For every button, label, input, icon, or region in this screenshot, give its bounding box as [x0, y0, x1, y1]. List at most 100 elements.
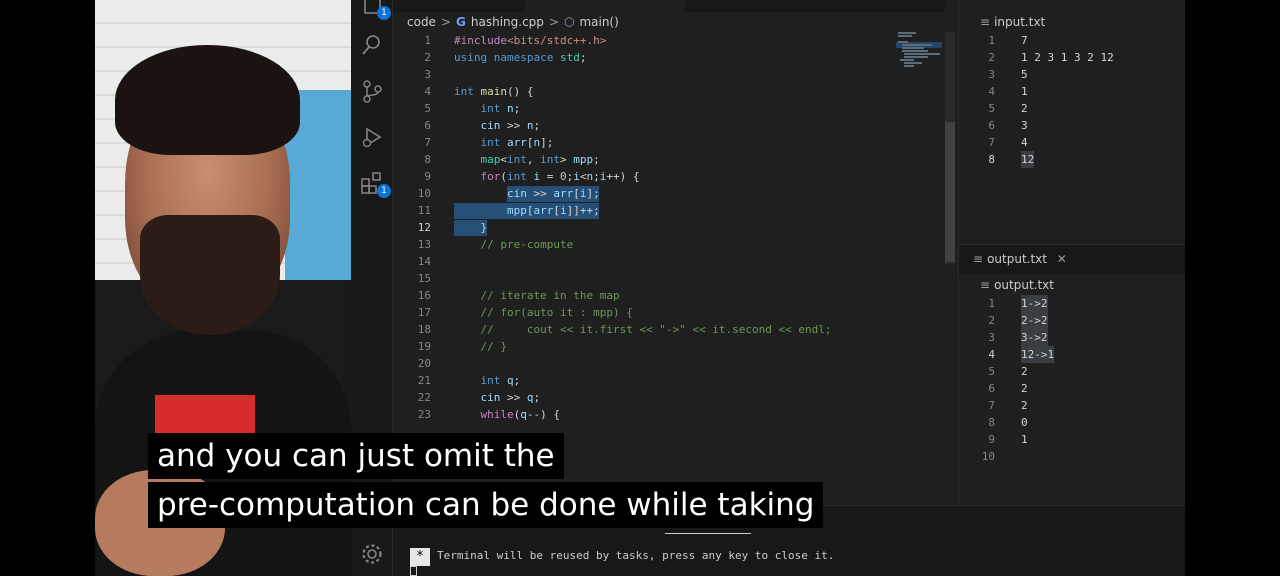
code-line[interactable]: 9 for(int i = 0;i<n;i++) { — [393, 168, 945, 185]
line-number: 15 — [417, 272, 431, 285]
file-line[interactable]: 2 1 2 3 1 3 2 12 — [959, 49, 1186, 66]
file-line-text: 2 — [1021, 399, 1028, 412]
extensions-icon[interactable]: 1 — [359, 170, 391, 198]
code-line[interactable]: 6 cin >> n; — [393, 117, 945, 134]
code-text: int q; — [480, 374, 521, 387]
file-line-text: 1 — [1021, 85, 1028, 98]
code-text: int n; — [480, 102, 521, 115]
breadcrumb-file[interactable]: hashing.cpp — [471, 15, 544, 29]
input-file-name: input.txt — [994, 15, 1046, 29]
code-line[interactable]: 4 int main() { — [393, 83, 945, 100]
search-icon[interactable] — [359, 32, 385, 58]
settings-gear-icon[interactable] — [359, 541, 385, 567]
code-line[interactable]: 1 #include<bits/stdc++.h> — [393, 32, 945, 49]
code-line[interactable]: 7 int arr[n]; — [393, 134, 945, 151]
code-text: // } — [480, 340, 508, 353]
line-number: 5 — [424, 102, 431, 115]
explorer-badge: 1 — [377, 6, 391, 20]
file-line[interactable]: 10 — [959, 448, 1186, 465]
code-text: int main() { — [454, 85, 534, 98]
file-line[interactable]: 35 — [959, 66, 1186, 83]
file-line[interactable]: 91 — [959, 431, 1186, 448]
breadcrumb-symbol[interactable]: main() — [579, 15, 618, 29]
line-number: 12 — [417, 221, 431, 234]
code-line[interactable]: 19 // } — [393, 338, 945, 355]
file-line[interactable]: 52 — [959, 363, 1186, 380]
line-number: 4 — [988, 85, 995, 98]
code-line[interactable]: 15 — [393, 270, 945, 287]
minimap-line — [904, 65, 914, 67]
code-text: using namespace std; — [454, 51, 587, 64]
file-line[interactable]: 80 — [959, 414, 1186, 431]
file-line[interactable]: 62 — [959, 380, 1186, 397]
file-line[interactable]: 3 3->2 — [959, 329, 1186, 346]
code-line[interactable]: 20 — [393, 355, 945, 372]
code-text: #include<bits/stdc++.h> — [454, 34, 607, 47]
code-text: // cout << it.first << "->" << it.second… — [480, 323, 832, 336]
code-line[interactable]: 10 cin >> arr[i]; — [393, 185, 945, 202]
output-tab-strip: ≡ output.txt ✕ — [959, 244, 1186, 274]
terminal-message: Terminal will be reused by tasks, press … — [437, 549, 835, 562]
file-line[interactable]: 72 — [959, 397, 1186, 414]
code-line[interactable]: 13 // pre-compute — [393, 236, 945, 253]
file-line[interactable]: 52 — [959, 100, 1186, 117]
line-number: 1 — [988, 34, 995, 47]
line-number: 18 — [417, 323, 431, 336]
close-icon[interactable]: ✕ — [1057, 252, 1067, 266]
line-number: 7 — [988, 399, 995, 412]
code-line[interactable]: 16 // iterate in the map — [393, 287, 945, 304]
tab-output-txt[interactable]: ≡ output.txt ✕ — [973, 252, 1067, 266]
letterbox-left — [0, 0, 95, 576]
file-line[interactable]: 4 12->1 — [959, 346, 1186, 363]
file-line-text: 2 — [1021, 365, 1028, 378]
input-pane-title[interactable]: ≡ input.txt — [980, 15, 1045, 29]
file-line[interactable]: 17 — [959, 32, 1186, 49]
line-number: 14 — [417, 255, 431, 268]
code-text: for(int i = 0;i<n;i++) { — [480, 170, 640, 183]
file-line[interactable]: 8 12 — [959, 151, 1186, 168]
code-line[interactable]: 8 map<int, int> mpp; — [393, 151, 945, 168]
minimap[interactable] — [896, 32, 944, 72]
code-line[interactable]: 18 // cout << it.first << "->" << it.sec… — [393, 321, 945, 338]
file-line[interactable]: 63 — [959, 117, 1186, 134]
run-debug-icon[interactable] — [359, 124, 385, 150]
files-icon[interactable]: 1 — [359, 0, 391, 20]
side-editor-group: ≡ input.txt 1721 2 3 1 3 2 12 3 5 4 1 5 2 6 3 7 4 8 1… — [958, 0, 1186, 505]
code-line[interactable]: 14 — [393, 253, 945, 270]
code-line[interactable]: 12 } — [393, 219, 945, 236]
code-line[interactable]: 11 mpp[arr[i]]++; — [393, 202, 945, 219]
file-line[interactable]: 2 2->2 — [959, 312, 1186, 329]
tab-hashing-cpp[interactable] — [525, 0, 685, 12]
code-line[interactable]: 23 while(q--) { — [393, 406, 945, 423]
extensions-badge: 1 — [377, 184, 391, 198]
line-number: 13 — [417, 238, 431, 251]
line-number: 3 — [988, 331, 995, 344]
output-pane-title: ≡ output.txt — [980, 278, 1054, 292]
code-text: mpp[arr[i]]++; — [506, 204, 600, 217]
chevron-right-icon: > — [440, 15, 452, 29]
source-control-icon[interactable] — [359, 78, 385, 104]
breadcrumb-folder[interactable]: code — [407, 15, 436, 29]
code-text: } — [454, 221, 488, 234]
code-area[interactable]: 1 #include<bits/stdc++.h> 2 using namespace… — [393, 32, 945, 502]
code-line[interactable]: 2 using namespace std; — [393, 49, 945, 66]
editor-scrollbar[interactable] — [945, 32, 955, 264]
line-number: 1 — [988, 297, 995, 310]
line-number: 4 — [988, 348, 995, 361]
code-line[interactable]: 5 int n; — [393, 100, 945, 117]
file-line[interactable]: 41 — [959, 83, 1186, 100]
code-text: int arr[n]; — [480, 136, 554, 149]
text-file-icon: ≡ — [973, 252, 984, 266]
panel-divider — [665, 533, 751, 534]
code-line[interactable]: 22 cin >> q; — [393, 389, 945, 406]
code-line[interactable]: 3 — [393, 66, 945, 83]
subtitle-line-2: pre-computation can be done while taking — [148, 482, 824, 528]
minimap-line — [904, 56, 928, 58]
line-number: 6 — [424, 119, 431, 132]
file-line[interactable]: 74 — [959, 134, 1186, 151]
scrollbar-thumb[interactable] — [945, 122, 955, 262]
file-line-text: 2 — [1021, 382, 1028, 395]
code-line[interactable]: 21 int q; — [393, 372, 945, 389]
file-line[interactable]: 1 1->2 — [959, 295, 1186, 312]
code-line[interactable]: 17 // for(auto it : mpp) { — [393, 304, 945, 321]
